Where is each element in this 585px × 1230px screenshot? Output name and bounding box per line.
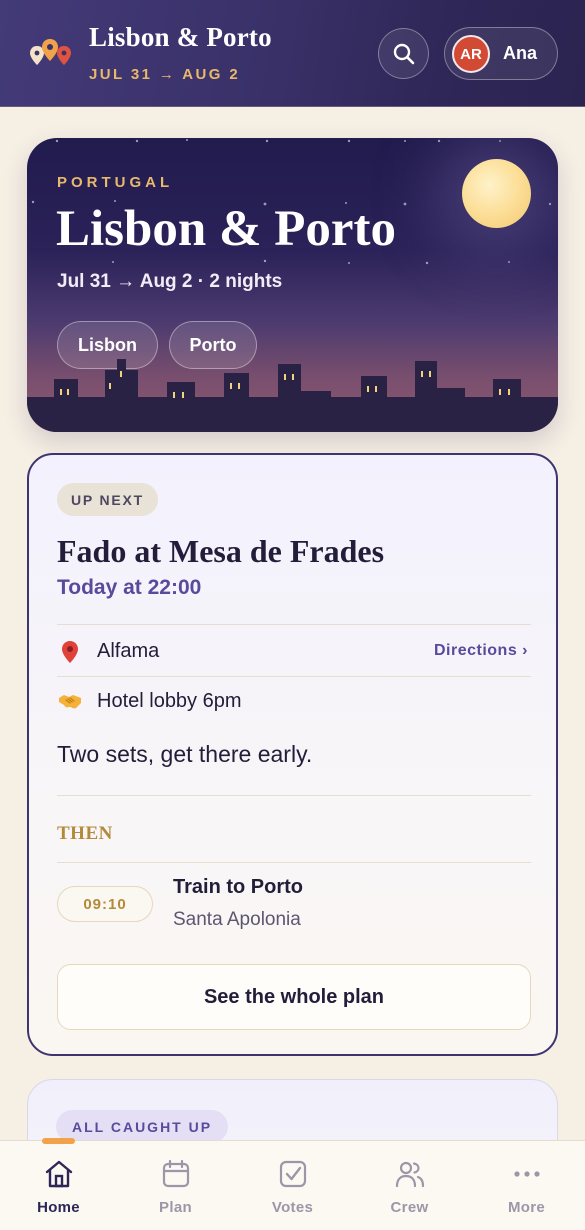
city-skyline — [27, 359, 558, 432]
event-time: Today at 22:00 — [57, 576, 202, 599]
nav-label: Votes — [271, 1199, 314, 1216]
hero-title: Lisbon & Porto — [56, 201, 397, 257]
hero-dates: Jul 31 → Aug 2 · 2 nights — [57, 271, 283, 292]
divider — [57, 795, 531, 796]
directions-link[interactable]: Directions › — [434, 642, 528, 660]
nav-crew[interactable]: Crew — [351, 1141, 468, 1230]
handshake-icon — [59, 695, 81, 709]
trip-hero-card: PORTUGAL Lisbon & Porto Jul 31 → Aug 2 ·… — [27, 138, 558, 432]
nav-home[interactable]: Home — [0, 1141, 117, 1230]
see-whole-plan-button[interactable]: See the whole plan — [57, 964, 531, 1030]
nav-more[interactable]: More — [468, 1141, 585, 1230]
divider — [57, 862, 531, 863]
avatar: AR — [452, 35, 490, 73]
trip-title: Lisbon & Porto — [89, 22, 272, 52]
calendar-icon — [162, 1159, 190, 1188]
profile-name: Ana — [503, 43, 538, 63]
then-label: THEN — [57, 823, 113, 844]
profile-button[interactable]: AR Ana — [444, 27, 558, 80]
nav-label: Crew — [390, 1199, 429, 1216]
divider — [57, 624, 531, 625]
bottom-nav: Home Plan Votes Crew More — [0, 1138, 585, 1230]
people-icon — [395, 1161, 425, 1188]
nav-label: Plan — [159, 1199, 192, 1216]
home-icon — [45, 1160, 73, 1188]
event-note: Two sets, get there early. — [57, 741, 313, 767]
location-pin-icon — [62, 641, 78, 663]
up-next-card: UP NEXT Fado at Mesa de Frades Today at … — [27, 453, 558, 1056]
up-next-badge: UP NEXT — [57, 483, 159, 516]
moon — [462, 159, 531, 228]
event-location: Alfama — [97, 640, 160, 662]
divider — [57, 676, 531, 677]
event-title: Fado at Mesa de Frades — [57, 533, 385, 569]
hero-country: PORTUGAL — [57, 174, 174, 191]
nav-votes[interactable]: Votes — [234, 1141, 351, 1230]
map-pins-icon — [30, 39, 71, 65]
nav-label: Home — [37, 1199, 80, 1216]
then-time-pill: 09:10 — [57, 886, 153, 922]
meetup-point: Hotel lobby 6pm — [97, 690, 242, 712]
app-header: Lisbon & Porto JUL 31 → AUG 2 AR Ana — [0, 0, 585, 107]
checkbox-icon — [279, 1160, 307, 1188]
search-button[interactable] — [378, 28, 429, 79]
then-title: Train to Porto — [173, 876, 303, 898]
trip-dates: JUL 31 → AUG 2 — [89, 66, 241, 83]
search-icon — [393, 43, 414, 64]
all-caught-up-badge: ALL CAUGHT UP — [56, 1110, 229, 1143]
nav-label: More — [507, 1199, 546, 1216]
more-icon — [514, 1171, 540, 1177]
nav-plan[interactable]: Plan — [117, 1141, 234, 1230]
then-subtitle: Santa Apolonia — [173, 909, 301, 930]
